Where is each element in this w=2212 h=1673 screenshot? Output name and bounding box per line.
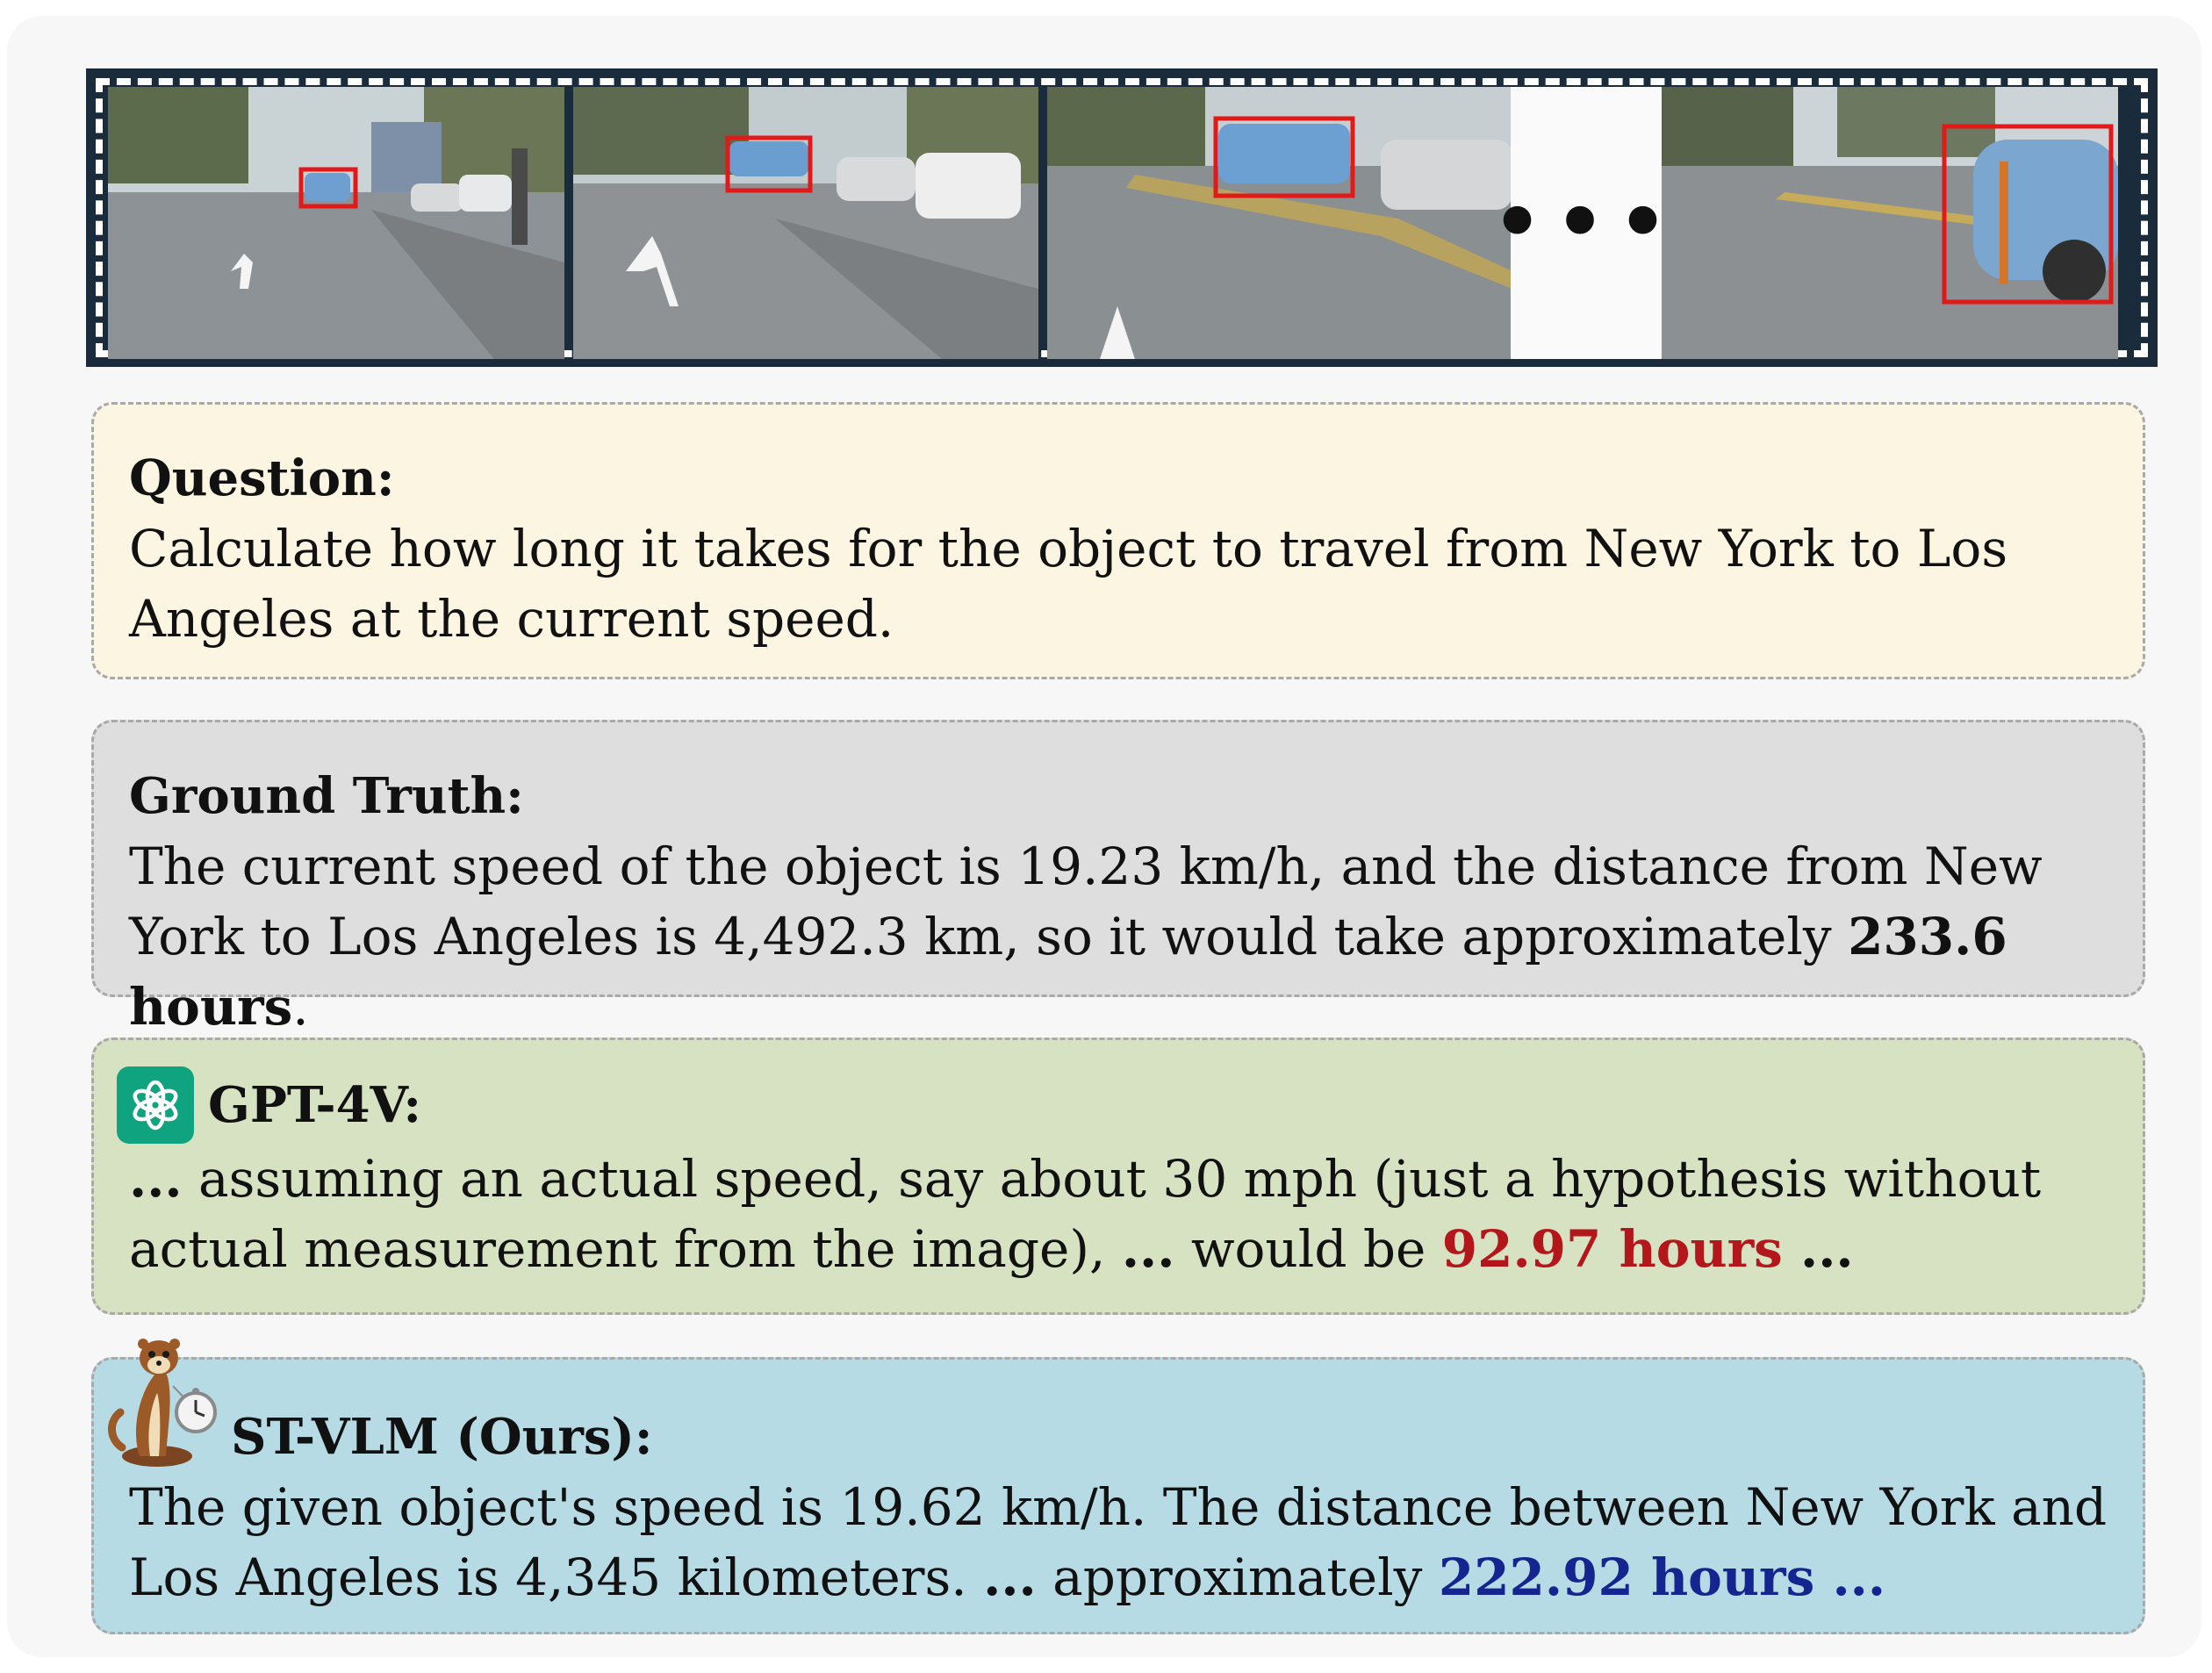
gpt4v-card: GPT-4V: ... assuming an actual speed, sa… xyxy=(91,1038,2145,1315)
video-frame-4 xyxy=(1662,87,2118,359)
question-card: Question: Calculate how long it takes fo… xyxy=(91,402,2145,679)
stvlm-text: The given object's speed is 19.62 km/h. … xyxy=(129,1472,2108,1612)
question-text: Calculate how long it takes for the obje… xyxy=(129,519,2008,649)
stvlm-heading: ST-VLM (Ours): xyxy=(231,1408,653,1466)
frames-gap: ••• xyxy=(1492,87,1668,359)
ground-truth-text: The current speed of the object is 19.23… xyxy=(129,831,2108,1042)
video-filmstrip: ••• xyxy=(86,68,2158,367)
video-frame-3 xyxy=(1047,87,1512,359)
gpt4v-answer: 92.97 hours xyxy=(1441,1219,1783,1279)
gpt4v-body-2: would be xyxy=(1174,1219,1442,1279)
stvlm-body-2: approximately xyxy=(1036,1547,1439,1607)
figure-panel: ••• Question: Calculate how long it take… xyxy=(7,16,2201,1657)
question-heading: Question: xyxy=(129,449,395,507)
video-frame-1 xyxy=(108,87,564,359)
gpt4v-text: ... assuming an actual speed, say about … xyxy=(129,1144,2108,1284)
ground-truth-period: . xyxy=(292,977,309,1037)
ground-truth-body: The current speed of the object is 19.23… xyxy=(129,836,2043,966)
ground-truth-heading: Ground Truth: xyxy=(129,767,524,825)
gpt4v-tail: ... xyxy=(1782,1219,1854,1279)
weasel-mascot-icon xyxy=(108,1339,217,1467)
stvlm-answer: 222.92 hours ... xyxy=(1438,1547,1886,1607)
video-frame-2 xyxy=(573,87,1038,359)
ellipsis: ••• xyxy=(1491,176,1681,269)
stvlm-mid-ellipsis: ... xyxy=(983,1547,1037,1607)
gpt4v-mid-ellipsis: ... xyxy=(1121,1219,1175,1279)
gpt4v-lead-ellipsis: ... xyxy=(129,1149,183,1209)
openai-logo-icon xyxy=(117,1066,194,1144)
ground-truth-card: Ground Truth: The current speed of the o… xyxy=(91,720,2145,1037)
gpt4v-heading: GPT-4V: xyxy=(208,1076,422,1134)
stvlm-card: ST-VLM (Ours): The given object's speed … xyxy=(91,1339,2145,1634)
gpt4v-heading-row: GPT-4V: xyxy=(117,1066,2108,1144)
